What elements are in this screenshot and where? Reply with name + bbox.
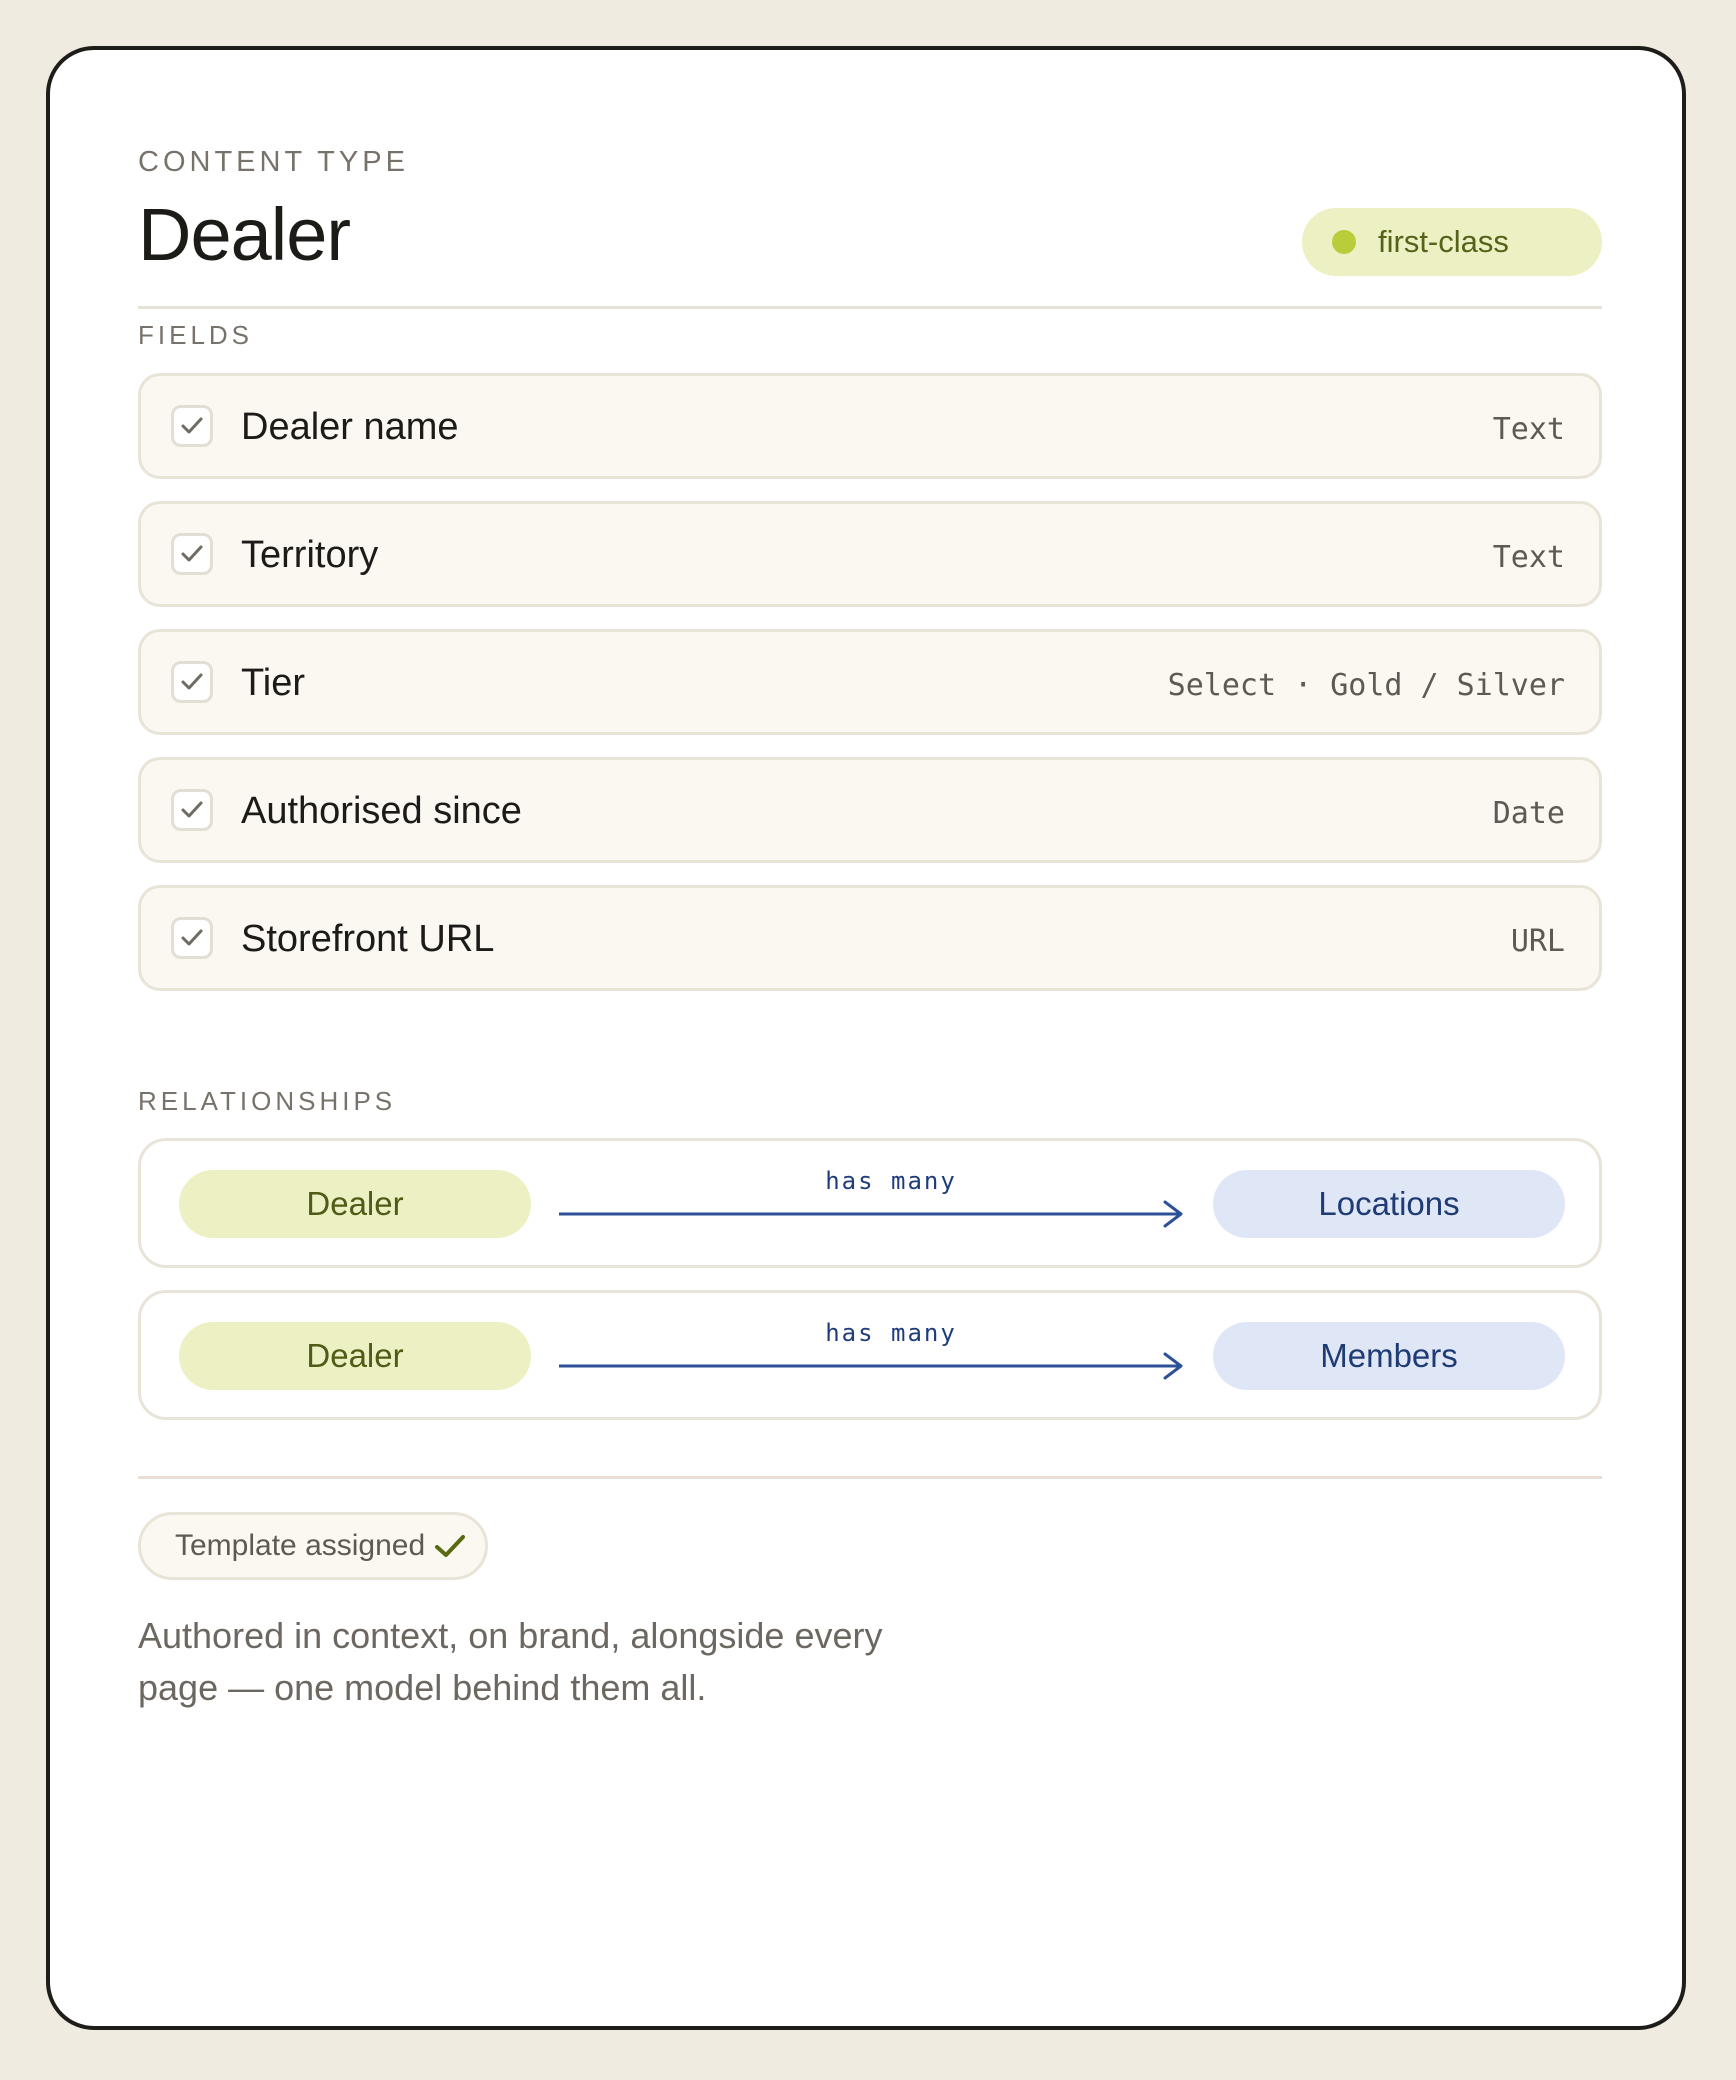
field-type: URL [1510, 924, 1565, 959]
checkmark-icon [181, 673, 203, 690]
fields-section-label: FIELDS [138, 320, 254, 350]
field-row-dealer-name[interactable]: Dealer name Text [138, 373, 1602, 479]
relationship-source-pill[interactable]: Dealer [179, 1170, 531, 1238]
field-name: Storefront URL [241, 918, 495, 960]
field-checkbox[interactable] [171, 917, 213, 959]
template-assigned-label: Template assigned [175, 1529, 426, 1562]
status-badge-label: first-class [1378, 224, 1509, 259]
status-badge: first-class [1302, 208, 1602, 276]
field-type: Date [1492, 796, 1565, 831]
relationship-source-pill[interactable]: Dealer [179, 1322, 531, 1390]
content-type-card: CONTENT TYPE Dealer first-class FIELDS D… [46, 46, 1686, 2030]
relationship-label: has many [825, 1167, 957, 1195]
field-checkbox[interactable] [171, 405, 213, 447]
field-row-tier[interactable]: Tier Select · Gold / Silver [138, 629, 1602, 735]
field-name: Authorised since [241, 790, 522, 832]
field-name: Tier [241, 662, 306, 704]
relationships-section-label: RELATIONSHIPS [138, 1086, 397, 1116]
relationship-row-members[interactable]: Dealer has many Members [138, 1290, 1602, 1420]
field-row-authorised-since[interactable]: Authorised since Date [138, 757, 1602, 863]
field-name: Territory [241, 534, 379, 576]
checkmark-icon [435, 1535, 466, 1557]
field-checkbox[interactable] [171, 661, 213, 703]
checkmark-icon [181, 545, 203, 562]
field-checkbox[interactable] [171, 533, 213, 575]
field-name: Dealer name [241, 406, 459, 448]
checkmark-icon [181, 801, 203, 818]
field-checkbox[interactable] [171, 789, 213, 831]
relationship-row-locations[interactable]: Dealer has many Locations [138, 1138, 1602, 1268]
page-title: Dealer [138, 193, 351, 276]
footer-caption: Authored in context, on brand, alongside… [138, 1615, 883, 1708]
template-assigned-chip: Template assigned [138, 1512, 489, 1580]
arrow-right-icon [559, 1200, 1183, 1228]
relationship-target-pill[interactable]: Locations [1213, 1170, 1565, 1238]
arrow-right-icon [559, 1352, 1183, 1380]
status-dot-icon [1332, 230, 1356, 254]
header-divider [138, 306, 1602, 309]
field-type: Text [1492, 540, 1565, 575]
content-type-eyebrow: CONTENT TYPE [138, 146, 409, 178]
footer-divider [138, 1476, 1602, 1479]
field-row-territory[interactable]: Territory Text [138, 501, 1602, 607]
relationship-target-pill[interactable]: Members [1213, 1322, 1565, 1390]
checkmark-icon [181, 417, 203, 434]
field-row-storefront-url[interactable]: Storefront URL URL [138, 885, 1602, 991]
relationship-label: has many [825, 1319, 957, 1347]
checkmark-icon [181, 929, 203, 946]
field-type: Text [1492, 412, 1565, 447]
field-type: Select · Gold / Silver [1167, 668, 1565, 703]
